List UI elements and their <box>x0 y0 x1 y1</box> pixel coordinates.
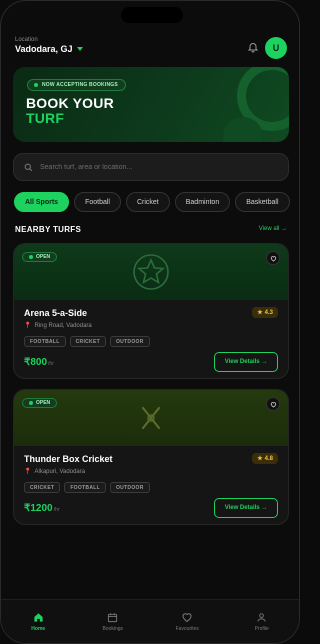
search-input[interactable] <box>40 163 260 171</box>
price-unit: /hr <box>53 507 60 513</box>
price: ₹800/hr <box>24 357 54 368</box>
heart-icon <box>270 401 276 408</box>
price: ₹1200/hr <box>24 503 59 514</box>
turf-address: 📍 Ring Road, Vadodara <box>24 322 92 330</box>
tab-profile[interactable]: Profile <box>225 600 300 643</box>
tab-label: Home <box>31 625 46 632</box>
banner-title: BOOK YOUR TURF <box>26 96 114 126</box>
star-icon: ★ <box>257 310 263 316</box>
avatar[interactable]: U <box>265 37 287 59</box>
banner-title-line2: TURF <box>26 110 65 126</box>
tab-home[interactable]: Home <box>1 600 76 643</box>
status-label: OPEN <box>36 400 51 406</box>
bottom-tab-bar: Home Bookings Favourites Profile <box>1 599 299 643</box>
tag: CRICKET <box>69 336 106 347</box>
turf-name: Thunder Box Cricket <box>24 454 113 464</box>
banner-chip-label: NOW ACCEPTING BOOKINGS <box>42 82 118 88</box>
status-dot-icon <box>34 83 38 87</box>
search-icon <box>24 163 33 171</box>
tag: FOOTBALL <box>24 336 66 347</box>
location-pin-icon: 📍 <box>24 469 32 475</box>
favourite-button[interactable] <box>266 397 280 411</box>
tag: FOOTBALL <box>64 482 106 493</box>
football-icon <box>133 254 169 290</box>
filter-all-sports[interactable]: All Sports <box>14 192 70 212</box>
banner-title-line1: BOOK YOUR <box>26 95 114 111</box>
promo-banner[interactable]: NOW ACCEPTING BOOKINGS BOOK YOUR TURF <box>13 67 289 142</box>
price-value: ₹1200 <box>24 503 53 514</box>
calendar-icon <box>108 612 118 622</box>
heart-icon <box>270 255 276 262</box>
status-label: OPEN <box>36 254 51 260</box>
tab-label: Profile <box>254 625 269 632</box>
tab-bookings[interactable]: Bookings <box>76 600 151 643</box>
section-title: NEARBY TURFS <box>15 225 82 234</box>
banner-chip: NOW ACCEPTING BOOKINGS <box>27 79 126 91</box>
rating-value: 4.8 <box>264 455 273 462</box>
user-icon <box>257 612 266 622</box>
tab-label: Bookings <box>102 625 124 632</box>
rating-badge: ★ 4.3 <box>252 307 278 318</box>
turf-card[interactable]: OPEN Thunder Box Cricket ★ 4.8 📍 Alkapur… <box>13 389 289 525</box>
tag: OUTDOOR <box>109 482 150 493</box>
filter-basketball[interactable]: Basketball <box>235 192 290 212</box>
cricket-bats-icon <box>141 406 161 430</box>
tab-favourites[interactable]: Favourites <box>150 600 225 643</box>
heart-icon <box>182 613 192 623</box>
sport-tags: FOOTBALL CRICKET OUTDOOR <box>24 336 150 347</box>
location-value: Vadodara, GJ <box>15 44 73 54</box>
sport-tags: CRICKET FOOTBALL OUTDOOR <box>24 482 150 493</box>
price-value: ₹800 <box>24 357 48 368</box>
filter-cricket[interactable]: Cricket <box>125 192 170 212</box>
turf-name: Arena 5-a-Side <box>24 308 88 318</box>
star-icon: ★ <box>257 456 263 462</box>
view-details-button[interactable]: View Details → <box>214 498 278 518</box>
view-details-button[interactable]: View Details → <box>214 352 278 372</box>
tab-label: Favourites <box>175 626 199 632</box>
price-unit: /hr <box>48 361 54 367</box>
filter-badminton[interactable]: Badminton <box>174 192 231 212</box>
address-text: Ring Road, Vadodara <box>34 322 92 329</box>
location-pin-icon: 📍 <box>24 323 32 329</box>
filter-football[interactable]: Football <box>74 192 121 212</box>
tag: CRICKET <box>24 482 61 493</box>
tag: OUTDOOR <box>109 336 150 347</box>
notch <box>121 7 183 23</box>
view-all-link[interactable]: View all → <box>259 226 287 232</box>
status-dot-icon <box>29 401 33 405</box>
rating-value: 4.3 <box>264 309 273 316</box>
phone-screen: Location Vadodara, GJ U NOW ACCEPTING BO… <box>0 0 300 644</box>
turf-card[interactable]: OPEN Arena 5-a-Side ★ 4.3 📍 Ring Road, V… <box>13 243 289 379</box>
search-bar[interactable] <box>13 153 289 181</box>
nearby-section-header: NEARBY TURFS View all → <box>15 225 287 237</box>
sport-filters: All Sports Football Cricket Badminton Ba… <box>14 192 290 212</box>
chevron-down-icon <box>76 47 83 51</box>
bell-icon[interactable] <box>247 41 259 53</box>
status-badge: OPEN <box>22 252 58 262</box>
favourite-button[interactable] <box>266 251 280 265</box>
status-badge: OPEN <box>22 398 58 408</box>
rating-badge: ★ 4.8 <box>252 453 278 464</box>
turf-address: 📍 Alkapuri, Vadodara <box>24 468 86 476</box>
status-dot-icon <box>29 255 33 259</box>
home-icon <box>34 612 43 622</box>
address-text: Alkapuri, Vadodara <box>34 468 86 475</box>
